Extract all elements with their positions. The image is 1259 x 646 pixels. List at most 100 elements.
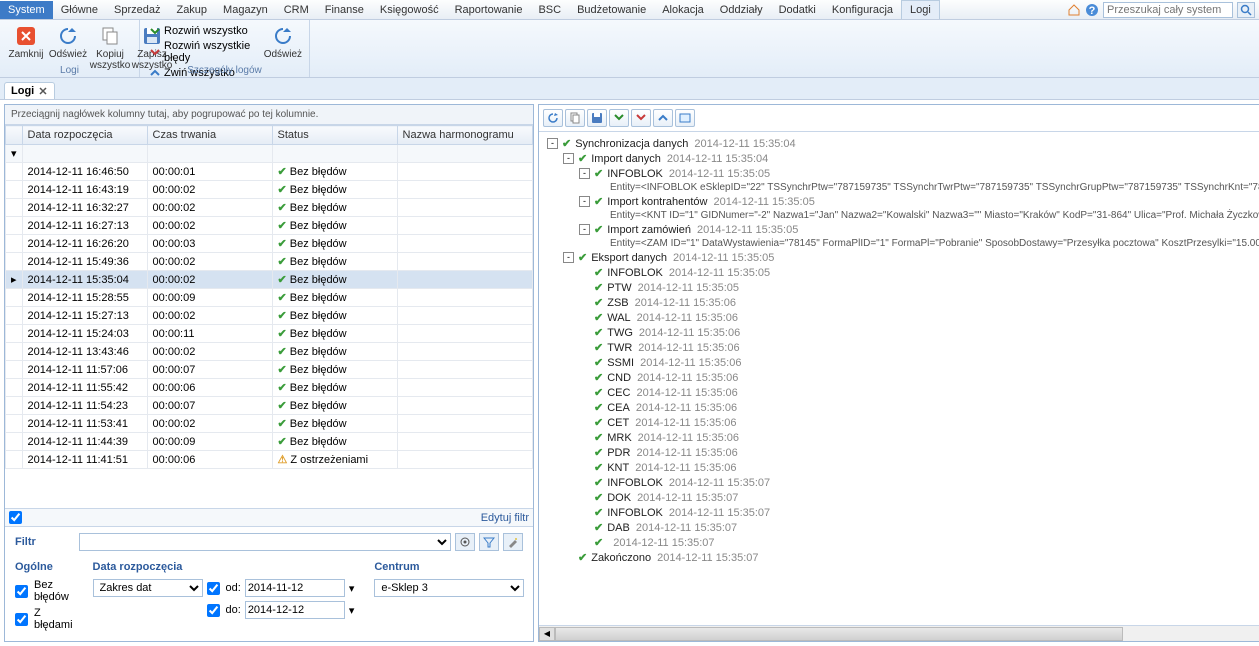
global-search-input[interactable] <box>1103 2 1233 18</box>
tree-node[interactable]: ✔CEC2014-12-11 15:35:06 <box>545 385 1259 400</box>
z-bledami-checkbox[interactable] <box>15 613 28 626</box>
table-row[interactable]: 2014-12-11 11:53:4100:00:02✔ Bez błędów <box>6 415 533 433</box>
tree-node[interactable]: -✔Import zamówień2014-12-11 15:35:05 <box>545 222 1259 237</box>
horizontal-scrollbar[interactable]: ◀ ▶ <box>539 625 1259 641</box>
tree-node[interactable]: -✔Eksport danych2014-12-11 15:35:05 <box>545 250 1259 265</box>
table-row[interactable]: 2014-12-11 16:46:5000:00:01✔ Bez błędów <box>6 163 533 181</box>
menu-item-główne[interactable]: Główne <box>53 1 106 19</box>
tree-node[interactable]: -✔Synchronizacja danych2014-12-11 15:35:… <box>545 136 1259 151</box>
table-row[interactable]: 2014-12-11 13:43:4600:00:02✔ Bez błędów <box>6 343 533 361</box>
column-header[interactable]: Czas trwania <box>147 126 272 145</box>
column-header[interactable]: Nazwa harmonogramu <box>397 126 532 145</box>
view-button[interactable] <box>675 109 695 127</box>
global-search-button[interactable] <box>1237 2 1255 18</box>
scroll-left-icon[interactable]: ◀ <box>539 627 555 641</box>
menu-item-alokacja[interactable]: Alokacja <box>654 1 712 19</box>
menu-item-bsc[interactable]: BSC <box>530 1 569 19</box>
menu-item-raportowanie[interactable]: Raportowanie <box>447 1 531 19</box>
tree-node[interactable]: ✔WAL2014-12-11 15:35:06 <box>545 310 1259 325</box>
menu-item-finanse[interactable]: Finanse <box>317 1 372 19</box>
od-checkbox[interactable] <box>207 582 220 595</box>
tree-node[interactable]: ✔TWG2014-12-11 15:35:06 <box>545 325 1259 340</box>
tree-node[interactable]: ✔MRK2014-12-11 15:35:06 <box>545 430 1259 445</box>
table-row[interactable]: 2014-12-11 15:28:5500:00:09✔ Bez błędów <box>6 289 533 307</box>
edit-filter-link[interactable]: Edytuj filtr <box>481 512 529 524</box>
filter-funnel-button[interactable] <box>479 533 499 551</box>
menu-item-budżetowanie[interactable]: Budżetowanie <box>569 1 654 19</box>
menu-item-magazyn[interactable]: Magazyn <box>215 1 276 19</box>
tree-node[interactable]: ✔ZSB2014-12-11 15:35:06 <box>545 295 1259 310</box>
menu-item-zakup[interactable]: Zakup <box>168 1 215 19</box>
table-row[interactable]: 2014-12-11 16:32:2700:00:02✔ Bez błędów <box>6 199 533 217</box>
copy-detail-button[interactable] <box>565 109 585 127</box>
table-row[interactable]: 2014-12-11 16:27:1300:00:02✔ Bez błędów <box>6 217 533 235</box>
table-row[interactable]: 2014-12-11 11:55:4200:00:06✔ Bez błędów <box>6 379 533 397</box>
tree-node[interactable]: Entity=<ZAM ID="1" DataWystawienia="7814… <box>545 237 1259 250</box>
tree-node[interactable]: ✔INFOBLOK2014-12-11 15:35:07 <box>545 505 1259 520</box>
tree-node[interactable]: ✔KNT2014-12-11 15:35:06 <box>545 460 1259 475</box>
tree-node[interactable]: ✔DAB2014-12-11 15:35:07 <box>545 520 1259 535</box>
tree-node[interactable]: ✔2014-12-11 15:35:07 <box>545 535 1259 550</box>
tab-logi[interactable]: Logi <box>4 82 55 99</box>
home-icon[interactable] <box>1067 3 1081 17</box>
table-row[interactable]: 2014-12-11 16:43:1900:00:02✔ Bez błędów <box>6 181 533 199</box>
tree-toggle-icon[interactable]: - <box>563 153 574 164</box>
tree-node[interactable]: ✔INFOBLOK2014-12-11 15:35:05 <box>545 265 1259 280</box>
tree-node[interactable]: ✔INFOBLOK2014-12-11 15:35:07 <box>545 475 1259 490</box>
tree-node[interactable]: -✔Import kontrahentów2014-12-11 15:35:05 <box>545 194 1259 209</box>
table-row[interactable]: 2014-12-11 16:26:2000:00:03✔ Bez błędów <box>6 235 533 253</box>
expand-errors-detail-button[interactable] <box>631 109 651 127</box>
bez-bledow-checkbox[interactable] <box>15 585 28 598</box>
table-row[interactable]: 2014-12-11 11:54:2300:00:07✔ Bez błędów <box>6 397 533 415</box>
logs-grid[interactable]: Data rozpoczęciaCzas trwaniaStatusNazwa … <box>5 125 533 508</box>
save-detail-button[interactable] <box>587 109 607 127</box>
table-row[interactable]: 2014-12-11 15:49:3600:00:02✔ Bez błędów <box>6 253 533 271</box>
tree-toggle-icon[interactable]: - <box>579 224 590 235</box>
menu-item-sprzedaż[interactable]: Sprzedaż <box>106 1 168 19</box>
collapse-detail-button[interactable] <box>653 109 673 127</box>
menu-item-oddziały[interactable]: Oddziały <box>712 1 771 19</box>
grid-filter-row[interactable]: ▾ <box>6 145 533 163</box>
date-dropdown-icon[interactable]: ▾ <box>349 604 355 617</box>
table-row[interactable]: 2014-12-11 11:44:3900:00:09✔ Bez błędów <box>6 433 533 451</box>
tree-node[interactable]: Entity=<KNT ID="1" GIDNumer="-2" Nazwa1=… <box>545 209 1259 222</box>
expand-detail-button[interactable] <box>609 109 629 127</box>
table-row[interactable]: 2014-12-11 11:41:5100:00:06⚠ Z ostrzeżen… <box>6 451 533 469</box>
filter-expression-input[interactable] <box>79 533 451 551</box>
menu-item-crm[interactable]: CRM <box>276 1 317 19</box>
menu-item-konfiguracja[interactable]: Konfiguracja <box>824 1 901 19</box>
filter-wizard-button[interactable] <box>503 533 523 551</box>
date-dropdown-icon[interactable]: ▾ <box>349 582 355 595</box>
refresh-detail-button[interactable] <box>543 109 563 127</box>
tree-node[interactable]: ✔PTW2014-12-11 15:35:05 <box>545 280 1259 295</box>
tree-node[interactable]: ✔DOK2014-12-11 15:35:07 <box>545 490 1259 505</box>
column-header[interactable]: Data rozpoczęcia <box>22 126 147 145</box>
filter-target-button[interactable] <box>455 533 475 551</box>
log-tree[interactable]: -✔Synchronizacja danych2014-12-11 15:35:… <box>539 132 1259 625</box>
help-icon[interactable]: ? <box>1085 3 1099 17</box>
tree-node[interactable]: ✔Zakończono2014-12-11 15:35:07 <box>545 550 1259 565</box>
menu-item-dodatki[interactable]: Dodatki <box>771 1 824 19</box>
table-row[interactable]: 2014-12-11 15:27:1300:00:02✔ Bez błędów <box>6 307 533 325</box>
tab-close-icon[interactable] <box>38 86 48 96</box>
menu-item-system[interactable]: System <box>0 1 53 19</box>
do-checkbox[interactable] <box>207 604 220 617</box>
tree-node[interactable]: ✔TWR2014-12-11 15:35:06 <box>545 340 1259 355</box>
menu-item-logi[interactable]: Logi <box>901 0 940 19</box>
expand-all-button[interactable]: Rozwiń wszystko <box>146 24 261 38</box>
column-header[interactable]: Status <box>272 126 397 145</box>
centrum-select[interactable]: e-Sklep 3 <box>374 579 524 597</box>
group-by-hint[interactable]: Przeciągnij nagłówek kolumny tutaj, aby … <box>5 105 533 125</box>
od-date-input[interactable] <box>245 579 345 597</box>
tree-toggle-icon[interactable]: - <box>579 196 590 207</box>
do-date-input[interactable] <box>245 601 345 619</box>
table-row[interactable]: 2014-12-11 11:57:0600:00:07✔ Bez błędów <box>6 361 533 379</box>
scroll-thumb[interactable] <box>555 627 1123 641</box>
menu-item-księgowość[interactable]: Księgowość <box>372 1 447 19</box>
tree-node[interactable]: ✔PDR2014-12-11 15:35:06 <box>545 445 1259 460</box>
tree-toggle-icon[interactable]: - <box>563 252 574 263</box>
tree-toggle-icon[interactable]: - <box>579 168 590 179</box>
tree-node[interactable]: Entity=<INFOBLOK eSklepID="22" TSSynchrP… <box>545 181 1259 194</box>
tree-node[interactable]: -✔Import danych2014-12-11 15:35:04 <box>545 151 1259 166</box>
table-row[interactable]: ▸2014-12-11 15:35:0400:00:02✔ Bez błędów <box>6 271 533 289</box>
